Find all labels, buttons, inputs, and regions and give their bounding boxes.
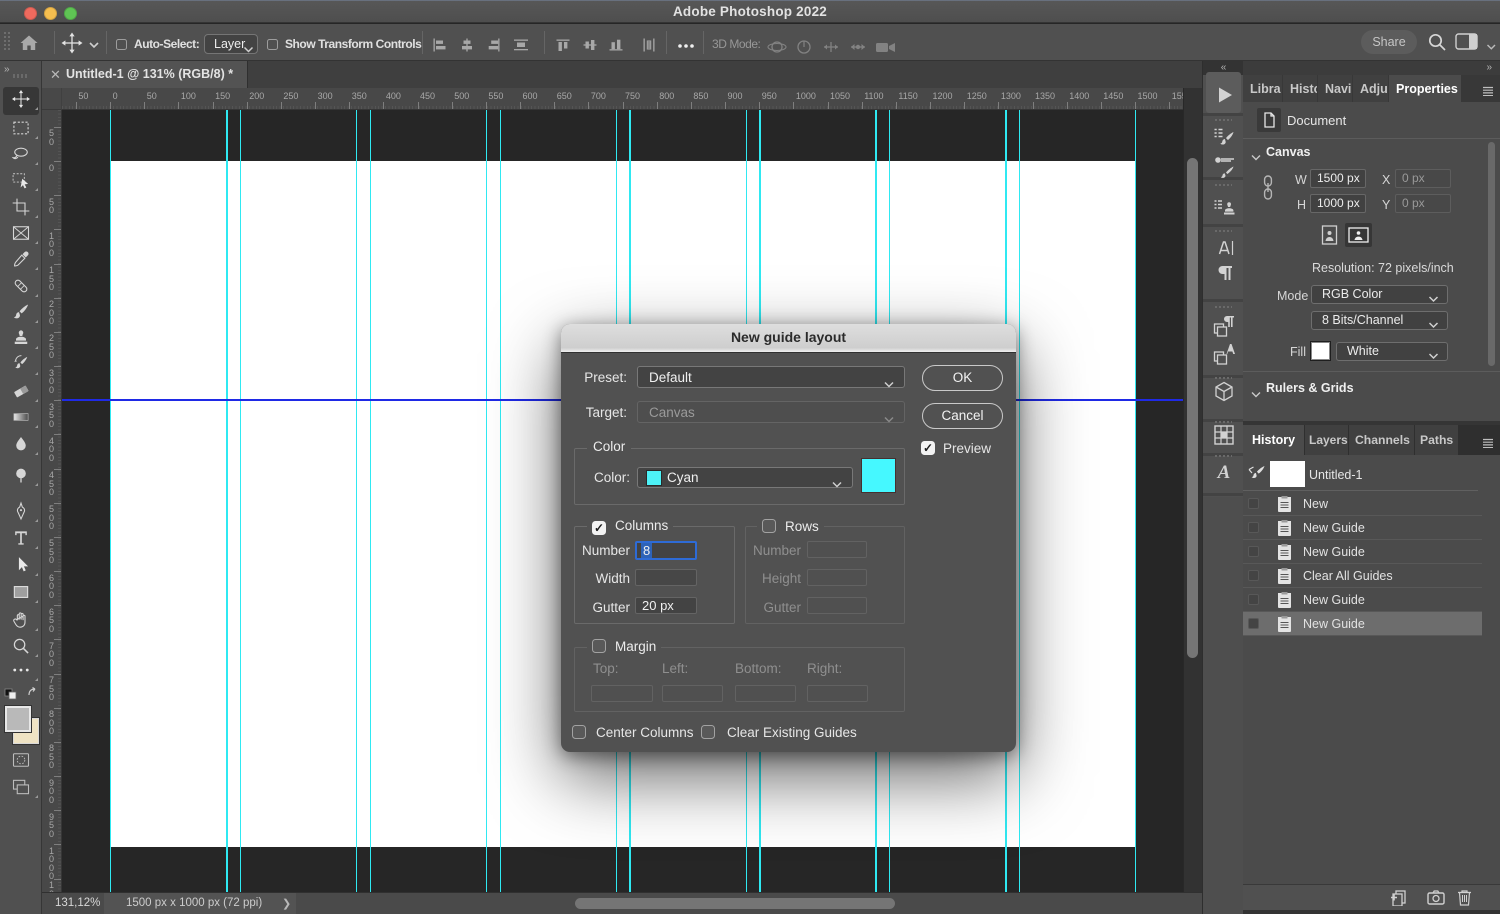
svg-text:A: A [1217, 462, 1231, 483]
